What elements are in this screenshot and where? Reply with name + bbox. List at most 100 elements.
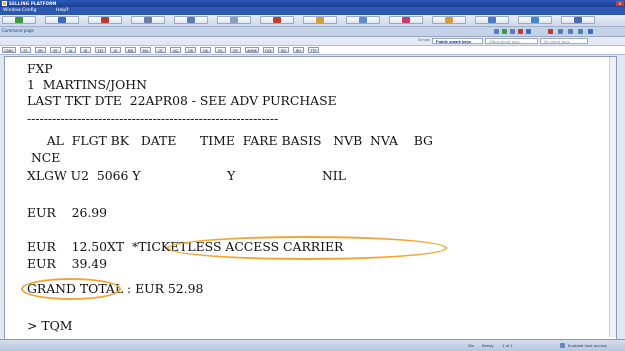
window-icon[interactable] (526, 29, 531, 34)
key-canc[interactable]: CANC (2, 47, 16, 53)
pin-icon (574, 17, 582, 23)
toolbar-button[interactable] (432, 16, 466, 24)
tab-office-smart-keys[interactable]: Office smart keys (485, 38, 538, 44)
settings-icon[interactable] (588, 29, 593, 34)
key-ttp[interactable]: TTP (308, 47, 319, 53)
globe-icon (58, 17, 66, 23)
toolbar-button[interactable] (303, 16, 337, 24)
smart-keys-mode[interactable]: Simple (418, 38, 430, 42)
key-et[interactable]: ET (20, 47, 31, 53)
people-icon (359, 17, 367, 23)
toolbar-button[interactable] (217, 16, 251, 24)
terminal-line: NCE (27, 150, 61, 165)
pen-icon (316, 17, 324, 23)
terminal-line: AL FLGT BK DATE TIME FARE BASIS NVB NVA … (27, 133, 433, 148)
key-rd[interactable]: RD (278, 47, 289, 53)
terminal-line: EUR 39.49 (27, 256, 108, 271)
command-page-label: Command page (2, 28, 34, 33)
green-arrow-icon (15, 17, 23, 23)
key-tkt[interactable]: TKT (95, 47, 106, 53)
split-icon[interactable] (510, 29, 515, 34)
key-qt[interactable]: QT (155, 47, 166, 53)
status-item: Dis (468, 343, 474, 348)
terminal-line: EUR 12.50XT *TICKETLESS ACCESS CARRIER (27, 239, 344, 254)
vertical-scrollbar[interactable] (609, 57, 616, 337)
document-icon (488, 17, 496, 23)
toolbar-button[interactable] (561, 16, 595, 24)
ticket-icon (273, 17, 281, 23)
paste-icon[interactable] (578, 29, 583, 34)
back-icon[interactable] (478, 29, 483, 34)
app-window: SELLING PLATFORM ✕ Window Config Help ? … (0, 0, 625, 351)
status-bar: Dis Ready 1 of 1 Enabled host access (0, 339, 625, 351)
key-ig[interactable]: IG (65, 47, 76, 53)
key-md[interactable]: MD (125, 47, 136, 53)
toolbar-button[interactable] (475, 16, 509, 24)
key-gr[interactable]: GR (185, 47, 196, 53)
terminal-line: 1 MARTINS/JOHN (27, 77, 147, 92)
key-rh[interactable]: RH (293, 47, 304, 53)
connection-icon (560, 343, 565, 348)
menu-help[interactable]: Help (56, 7, 66, 15)
plane-icon (187, 17, 195, 23)
toolbar-button[interactable] (518, 16, 552, 24)
toolbar-button[interactable] (389, 16, 423, 24)
red-arrow-icon (101, 17, 109, 23)
terminal-line: XLGW U2 5066 Y Y NIL (27, 168, 346, 183)
copy-icon[interactable] (568, 29, 573, 34)
terminal-line: EUR 26.99 (27, 205, 108, 220)
key-rp[interactable]: RP (230, 47, 241, 53)
toolbar-button[interactable] (260, 16, 294, 24)
smart-keys-bar: Simple Public smart keys Office smart ke… (0, 37, 625, 46)
menu-bar: Window Config Help ? (0, 7, 625, 15)
menu-window[interactable]: Window (3, 7, 21, 15)
car-icon (144, 17, 152, 23)
cart-icon (445, 17, 453, 23)
toolbar-button[interactable] (45, 16, 79, 24)
key-ie[interactable]: IE (110, 47, 121, 53)
close-page-icon[interactable] (548, 29, 553, 34)
print-icon[interactable] (558, 29, 563, 34)
key-rt[interactable]: RT (50, 47, 61, 53)
status-ready: Ready (482, 343, 494, 348)
toolbar-button[interactable] (346, 16, 380, 24)
toolbar-button[interactable] (174, 16, 208, 24)
keys-row: CANC ET ER RT IG IR TKT IE MD MU QT GG GR GK RL RP ANMK F… (0, 46, 625, 55)
key-mu[interactable]: MU (140, 47, 151, 53)
key-gg[interactable]: GG (170, 47, 181, 53)
toolbar (0, 15, 625, 27)
terminal-line: ----------------------------------------… (27, 111, 279, 126)
status-page-count: 1 of 1 (502, 343, 513, 348)
key-gk[interactable]: GK (200, 47, 211, 53)
close-button[interactable]: ✕ (616, 1, 624, 6)
heart-icon (402, 17, 410, 23)
terminal-line: GRAND TOTAL : EUR 52.98 (27, 281, 204, 296)
key-ir[interactable]: IR (80, 47, 91, 53)
phone-icon (531, 17, 539, 23)
command-bar: Command page (0, 27, 625, 37)
app-logo-icon (2, 1, 7, 6)
terminal-line: LAST TKT DTE 22APR08 - SEE ADV PURCHASE (27, 93, 337, 108)
help-question-icon[interactable]: ? (66, 7, 69, 15)
tab-my-smart-keys[interactable]: My smart keys (540, 38, 588, 44)
toolbar-button[interactable] (88, 16, 122, 24)
menu-config[interactable]: Config (22, 7, 36, 15)
key-anmk[interactable]: ANMK (245, 47, 259, 53)
terminal-line: > TQM (27, 318, 73, 333)
forward-icon[interactable] (486, 29, 491, 34)
flag-icon[interactable] (518, 29, 523, 34)
toolbar-button[interactable] (131, 16, 165, 24)
title-bar: SELLING PLATFORM ✕ (0, 0, 625, 7)
terminal-screen[interactable]: FXP 1 MARTINS/JOHN LAST TKT DTE 22APR08 - … (4, 56, 617, 340)
key-rl[interactable]: RL (215, 47, 226, 53)
connection-status: Enabled host access (568, 343, 607, 348)
hotel-icon (230, 17, 238, 23)
layout-icon[interactable] (494, 29, 499, 34)
terminal-line: FXP (27, 61, 53, 76)
key-fxx[interactable]: FXX (263, 47, 274, 53)
toolbar-button[interactable] (2, 16, 36, 24)
tab-public-smart-keys[interactable]: Public smart keys (432, 38, 483, 44)
key-er[interactable]: ER (35, 47, 46, 53)
refresh-icon[interactable] (502, 29, 507, 34)
window-title: SELLING PLATFORM (9, 1, 57, 6)
